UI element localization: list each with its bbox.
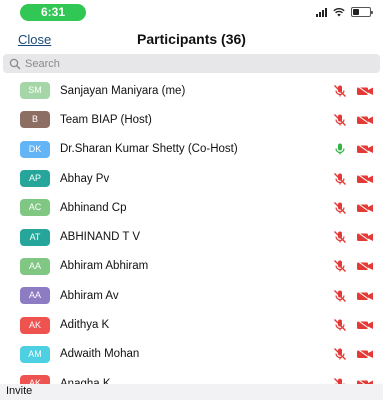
avatar: AP	[20, 170, 50, 188]
participant-row[interactable]: AA Abhiram Av	[0, 281, 383, 310]
mic-muted-icon[interactable]	[333, 84, 347, 98]
nav-bar: Close Participants (36)	[0, 26, 383, 56]
cellular-signal-icon	[316, 7, 327, 17]
participant-row[interactable]: AK Adithya K	[0, 310, 383, 339]
search-icon	[9, 58, 21, 69]
participant-name: Team BIAP (Host)	[60, 113, 152, 126]
avatar: AK	[20, 316, 50, 334]
mic-muted-icon[interactable]	[333, 172, 347, 186]
participant-row[interactable]: AT ABHINAND T V	[0, 222, 383, 251]
mic-muted-icon[interactable]	[333, 259, 347, 273]
participant-row[interactable]: AA Abhiram Abhiram	[0, 252, 383, 281]
participant-name: ABHINAND T V	[60, 231, 141, 244]
participant-row[interactable]: DK Dr.Sharan Kumar Shetty (Co-Host)	[0, 135, 383, 164]
wifi-icon	[333, 7, 345, 17]
video-off-icon[interactable]	[356, 85, 374, 97]
mic-muted-icon[interactable]	[333, 201, 347, 215]
participant-name: Sanjayan Maniyara (me)	[60, 84, 186, 97]
avatar: AA	[20, 257, 50, 275]
video-off-icon[interactable]	[356, 348, 374, 361]
video-off-icon[interactable]	[356, 231, 374, 244]
avatar: AC	[20, 199, 50, 217]
bottom-bar: Invite	[0, 384, 383, 400]
mic-active-icon[interactable]	[333, 142, 347, 156]
participant-list: SM Sanjayan Maniyara (me) B Team BIAP (H…	[0, 76, 383, 398]
mic-muted-icon[interactable]	[333, 347, 347, 361]
video-off-icon[interactable]	[356, 114, 374, 126]
participant-row[interactable]: B Team BIAP (Host)	[0, 105, 383, 134]
avatar: SM	[20, 82, 50, 100]
video-off-icon[interactable]	[356, 319, 374, 331]
mic-muted-icon[interactable]	[333, 289, 347, 303]
battery-icon	[351, 7, 373, 17]
avatar: B	[20, 111, 50, 129]
participant-name: Adwaith Mohan	[60, 348, 140, 361]
participant-name: Adithya K	[60, 319, 110, 332]
video-off-icon[interactable]	[356, 260, 374, 273]
mic-muted-icon[interactable]	[333, 318, 347, 332]
video-off-icon[interactable]	[356, 143, 374, 156]
video-off-icon[interactable]	[356, 172, 374, 185]
search-bar[interactable]	[3, 54, 380, 73]
avatar: AM	[20, 345, 50, 363]
status-bar: 6:31	[0, 0, 383, 22]
page-title: Participants (36)	[137, 31, 246, 47]
participant-name: Abhiram Abhiram	[60, 260, 149, 273]
mic-muted-icon[interactable]	[333, 113, 347, 127]
invite-button[interactable]: Invite	[6, 385, 32, 397]
participant-row[interactable]: AM Adwaith Mohan	[0, 340, 383, 369]
participant-row[interactable]: AC Abhinand Cp	[0, 193, 383, 222]
avatar: DK	[20, 140, 50, 158]
video-off-icon[interactable]	[356, 202, 374, 214]
avatar: AT	[20, 228, 50, 246]
participant-name: Abhiram Av	[60, 289, 119, 302]
status-time: 6:31	[20, 4, 86, 21]
participant-row[interactable]: SM Sanjayan Maniyara (me)	[0, 76, 383, 105]
participant-row[interactable]: AP Abhay Pv	[0, 164, 383, 193]
participant-name: Abhay Pv	[60, 172, 110, 185]
status-icons	[316, 6, 373, 18]
mic-muted-icon[interactable]	[333, 230, 347, 244]
avatar: AA	[20, 287, 50, 305]
participant-name: Dr.Sharan Kumar Shetty (Co-Host)	[60, 143, 238, 156]
search-input[interactable]	[25, 57, 325, 70]
video-off-icon[interactable]	[356, 290, 374, 302]
participant-name: Abhinand Cp	[60, 201, 127, 214]
